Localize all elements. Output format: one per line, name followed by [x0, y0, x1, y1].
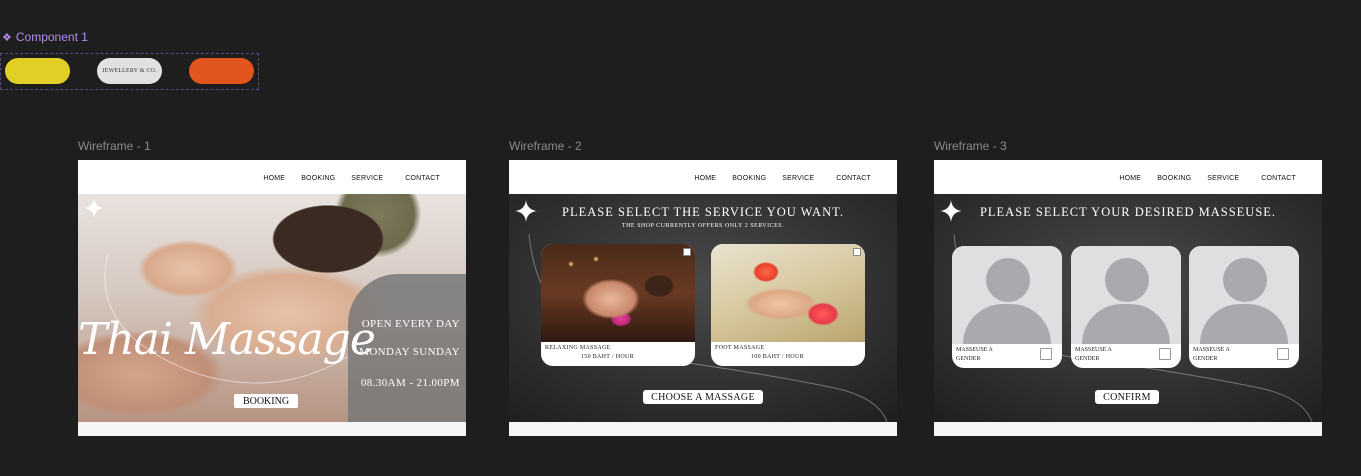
component-pill-orange[interactable] [189, 58, 254, 84]
checkbox-icon[interactable] [1277, 348, 1289, 360]
masseuse-card[interactable]: MASSEUSE A GENDER [1189, 246, 1299, 368]
footer-bar [934, 422, 1322, 436]
nav-home[interactable]: HOME [694, 175, 716, 182]
relaxing-massage-photo [541, 244, 695, 342]
masseuse-name: MASSEUSE A [956, 347, 993, 353]
nav-contact[interactable]: CONTACT [1261, 175, 1296, 182]
service-heading: PLEASE SELECT THE SERVICE YOU WANT. [562, 205, 844, 219]
masseuse-gender: GENDER [956, 356, 981, 362]
footer-bar [78, 422, 466, 436]
component-name: Component 1 [15, 30, 88, 44]
masseuse-section: PLEASE SELECT YOUR DESIRED MASSEUSE. MAS… [934, 194, 1322, 422]
nav-booking[interactable]: BOOKING [301, 175, 335, 182]
frame-title-2[interactable]: Wireframe - 2 [509, 139, 582, 153]
nav-contact[interactable]: CONTACT [836, 175, 871, 182]
nav-bar: HOME BOOKING SERVICE CONTACT [509, 160, 897, 195]
nav-contact[interactable]: CONTACT [405, 175, 440, 182]
nav-service[interactable]: SERVICE [1207, 175, 1239, 182]
foot-massage-photo [711, 244, 865, 342]
hero-title: Thai Massage [78, 314, 376, 365]
wireframe-2[interactable]: HOME BOOKING SERVICE CONTACT PLEASE SELE… [509, 160, 897, 436]
checkbox-icon[interactable] [853, 248, 861, 256]
nav-home[interactable]: HOME [1119, 175, 1141, 182]
component-pill-yellow[interactable] [5, 58, 70, 84]
nav-bar: HOME BOOKING SERVICE CONTACT [78, 160, 466, 195]
hours-line-2: MONDAY SUNDAY [359, 346, 460, 358]
component-label[interactable]: ❖ Component 1 [2, 30, 88, 44]
masseuse-gender: GENDER [1075, 356, 1100, 362]
masseuse-heading: PLEASE SELECT YOUR DESIRED MASSEUSE. [979, 205, 1277, 219]
checkbox-icon[interactable] [1159, 348, 1171, 360]
masseuse-caption: MASSEUSE A GENDER [1075, 346, 1112, 364]
masseuse-card[interactable]: MASSEUSE A GENDER [1071, 246, 1181, 368]
nav-bar: HOME BOOKING SERVICE CONTACT [934, 160, 1322, 195]
service-name: FOOT MASSAGE [715, 345, 765, 351]
sparkle-icon [84, 198, 104, 218]
nav-home[interactable]: HOME [263, 175, 285, 182]
wireframe-3[interactable]: HOME BOOKING SERVICE CONTACT PLEASE SELE… [934, 160, 1322, 436]
masseuse-gender: GENDER [1193, 356, 1218, 362]
user-avatar-icon [1071, 246, 1181, 344]
choose-massage-button[interactable]: CHOOSE A MASSAGE [643, 390, 763, 404]
masseuse-name: MASSEUSE A [1193, 347, 1230, 353]
nav-service[interactable]: SERVICE [782, 175, 814, 182]
hours-line-1: OPEN EVERY DAY [361, 318, 460, 330]
service-section: PLEASE SELECT THE SERVICE YOU WANT. THE … [509, 194, 897, 422]
frame-title-3[interactable]: Wireframe - 3 [934, 139, 1007, 153]
user-avatar-icon [1189, 246, 1299, 344]
hero-section: Thai Massage OPEN EVERY DAY MONDAY SUNDA… [78, 194, 466, 422]
service-price: 150 BAHT / HOUR [581, 354, 634, 360]
user-avatar-icon [952, 246, 1062, 344]
footer-bar [509, 422, 897, 436]
masseuse-name: MASSEUSE A [1075, 347, 1112, 353]
frame-title-1[interactable]: Wireframe - 1 [78, 139, 151, 153]
confirm-button[interactable]: CONFIRM [1095, 390, 1159, 404]
service-card-foot[interactable]: FOOT MASSAGE 100 BAHT / HOUR [711, 244, 865, 366]
service-price: 100 BAHT / HOUR [751, 354, 804, 360]
service-subheading: THE SHOP CURRENTLY OFFERS ONLY 2 SERVICE… [621, 223, 785, 229]
nav-booking[interactable]: BOOKING [1157, 175, 1191, 182]
wireframe-1[interactable]: HOME BOOKING SERVICE CONTACT Thai Massag… [78, 160, 466, 436]
service-card-relaxing[interactable]: RELAXING MASSAGE 150 BAHT / HOUR [541, 244, 695, 366]
nav-booking[interactable]: BOOKING [732, 175, 766, 182]
service-name: RELAXING MASSAGE [545, 345, 611, 351]
nav-service[interactable]: SERVICE [351, 175, 383, 182]
checkbox-icon[interactable] [1040, 348, 1052, 360]
booking-button[interactable]: BOOKING [234, 394, 298, 408]
component-diamond-icon: ❖ [2, 32, 12, 44]
masseuse-card[interactable]: MASSEUSE A GENDER [952, 246, 1062, 368]
component-pill-grey[interactable]: JEWELLERY & CO. [97, 58, 162, 84]
masseuse-caption: MASSEUSE A GENDER [956, 346, 993, 364]
component-pill-text: JEWELLERY & CO. [102, 68, 157, 74]
masseuse-caption: MASSEUSE A GENDER [1193, 346, 1230, 364]
hours-line-3: 08.30AM - 21.00PM [360, 377, 460, 389]
checkbox-icon[interactable] [683, 248, 691, 256]
